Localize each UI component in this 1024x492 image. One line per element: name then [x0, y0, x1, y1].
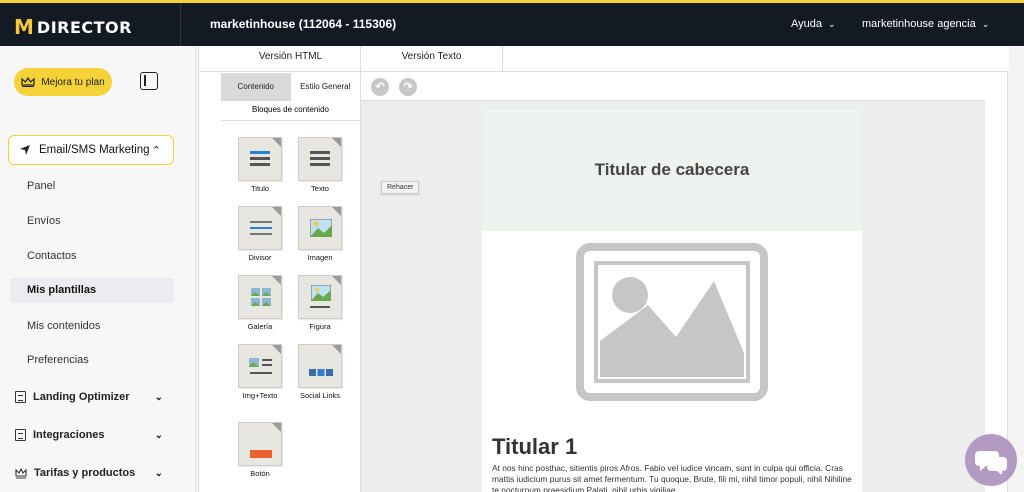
- sidebar-group-tarifas[interactable]: Tarifas y productos ⌄: [15, 467, 165, 479]
- document-icon: [15, 391, 26, 403]
- upgrade-label: Mejora tu plan: [41, 76, 105, 88]
- undo-icon[interactable]: ↶: [371, 78, 389, 96]
- chevron-down-icon: ⌄: [154, 429, 163, 441]
- user-menu[interactable]: marketinhouse agencia ⌄: [862, 18, 989, 30]
- top-bar: M DIRECTOR marketinhouse (112064 - 11530…: [0, 0, 1024, 46]
- block-img-texto[interactable]: Img+Texto: [238, 344, 282, 404]
- chevron-down-icon: ⌄: [828, 18, 836, 29]
- text-block-icon: [298, 137, 342, 181]
- block-label: Galería: [247, 322, 273, 331]
- email-header-block[interactable]: Titular de cabecera: [482, 109, 862, 231]
- chevron-down-icon: ⌄: [981, 18, 990, 29]
- block-galeria[interactable]: Galería: [238, 275, 282, 335]
- section-label: Email/SMS Marketing: [39, 144, 150, 156]
- chat-icon: [975, 451, 1007, 475]
- sidebar-toggle-icon[interactable]: [140, 72, 158, 90]
- block-label: Titulo: [250, 184, 270, 193]
- chat-button[interactable]: [965, 434, 1017, 486]
- block-label: Social Links: [299, 391, 341, 400]
- sidebar-item-preferencias[interactable]: Preferencias: [27, 354, 89, 366]
- email-heading[interactable]: Titular 1: [492, 434, 577, 460]
- sidebar-group-integraciones[interactable]: Integraciones ⌄: [15, 429, 165, 441]
- gallery-block-icon: [238, 275, 282, 319]
- palette-header: Bloques de contenido: [221, 101, 360, 121]
- button-block-icon: [238, 422, 282, 466]
- version-tabs: Versión HTML Versión Texto: [199, 46, 1009, 72]
- block-imagen[interactable]: Imagen: [298, 206, 342, 266]
- email-preview[interactable]: Titular de cabecera Titular 1 At nos hin…: [482, 109, 862, 492]
- tab-estilo-general[interactable]: Estilo General: [290, 73, 360, 101]
- help-menu[interactable]: Ayuda ⌄: [791, 18, 836, 30]
- tab-version-html[interactable]: Versión HTML: [221, 46, 361, 72]
- chevron-down-icon: ⌄: [154, 467, 163, 479]
- group-label: Tarifas y productos: [34, 467, 136, 479]
- crown-icon: [15, 467, 27, 478]
- chevron-up-icon: ⌃: [151, 145, 161, 157]
- logo[interactable]: M DIRECTOR: [14, 15, 132, 39]
- image-block-icon: [298, 206, 342, 250]
- email-canvas: ↶ ↷ Rehacer Titular de cabecera Titular …: [361, 73, 985, 492]
- block-label: Texto: [311, 184, 329, 193]
- sidebar: Mejora tu plan Email/SMS Marketing ⌃ Pan…: [0, 46, 196, 492]
- redo-icon[interactable]: ↷: [399, 78, 417, 96]
- block-figura[interactable]: Figura: [298, 275, 342, 335]
- block-label: Botón: [250, 469, 270, 478]
- tab-contenido[interactable]: Contenido: [221, 73, 291, 101]
- sidebar-group-landing-optimizer[interactable]: Landing Optimizer ⌄: [15, 391, 165, 403]
- sidebar-item-panel[interactable]: Panel: [27, 180, 55, 192]
- redo-tooltip: Rehacer: [381, 181, 420, 194]
- topbar-divider: [180, 3, 181, 46]
- group-label: Landing Optimizer: [33, 391, 130, 403]
- user-label: marketinhouse agencia: [862, 18, 976, 30]
- image-placeholder-icon[interactable]: [576, 243, 768, 401]
- help-label: Ayuda: [791, 18, 822, 30]
- upgrade-plan-button[interactable]: Mejora tu plan: [14, 68, 112, 96]
- template-editor: Versión HTML Versión Texto Contenido Est…: [198, 46, 1009, 492]
- block-texto[interactable]: Texto: [298, 137, 342, 197]
- block-label: Imagen: [307, 253, 333, 262]
- editor-toolbar: ↶ ↷: [361, 73, 985, 101]
- title-block-icon: [238, 137, 282, 181]
- email-body-text[interactable]: At nos hinc posthac, sitientis piros Afr…: [492, 463, 854, 492]
- block-label: Divisor: [248, 253, 272, 262]
- section-email-sms-marketing[interactable]: Email/SMS Marketing ⌃: [8, 135, 174, 165]
- send-icon: [20, 145, 30, 155]
- block-boton[interactable]: Botón: [238, 422, 282, 482]
- tab-version-texto[interactable]: Versión Texto: [361, 46, 503, 72]
- block-social-links[interactable]: Social Links: [298, 344, 342, 404]
- chevron-down-icon: ⌄: [154, 391, 163, 403]
- sidebar-item-mis-plantillas[interactable]: Mis plantillas: [10, 278, 174, 303]
- email-header-title: Titular de cabecera: [594, 160, 750, 179]
- sidebar-item-envios[interactable]: Envíos: [27, 215, 61, 227]
- crown-icon: [21, 77, 35, 87]
- block-label: Img+Texto: [242, 391, 278, 400]
- sidebar-item-mis-contenidos[interactable]: Mis contenidos: [27, 320, 100, 332]
- divider-block-icon: [238, 206, 282, 250]
- content-palette: Contenido Estilo General Bloques de cont…: [221, 73, 361, 492]
- logo-text: DIRECTOR: [36, 17, 132, 37]
- logo-mark: M: [14, 15, 34, 39]
- block-titulo[interactable]: Titulo: [238, 137, 282, 197]
- block-divisor[interactable]: Divisor: [238, 206, 282, 266]
- sidebar-item-contactos[interactable]: Contactos: [27, 250, 77, 262]
- account-title: marketinhouse (112064 - 115306): [210, 17, 397, 31]
- social-links-block-icon: [298, 344, 342, 388]
- block-label: Figura: [309, 322, 331, 331]
- list-icon: [15, 429, 26, 441]
- image-text-block-icon: [238, 344, 282, 388]
- group-label: Integraciones: [33, 429, 105, 441]
- figure-block-icon: [298, 275, 342, 319]
